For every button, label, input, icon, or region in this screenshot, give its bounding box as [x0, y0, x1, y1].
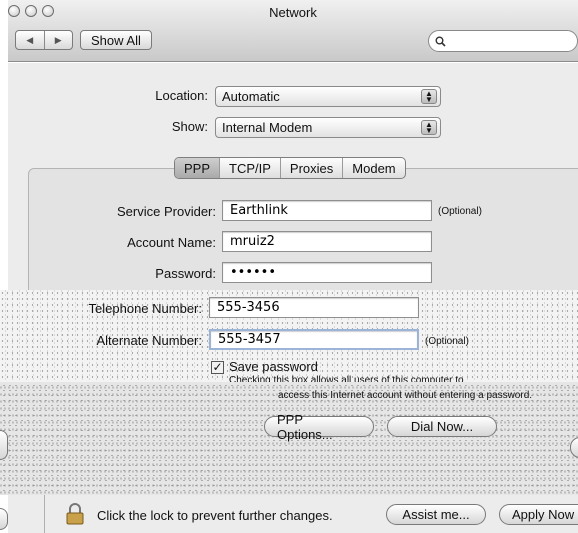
tab-tcpip[interactable]: TCP/IP: [219, 158, 280, 178]
alternate-number-label: Alternate Number:: [96, 333, 203, 348]
search-icon: [435, 36, 446, 47]
tab-bar: PPP TCP/IP Proxies Modem: [174, 157, 406, 179]
ppp-options-button[interactable]: PPP Options...: [264, 412, 374, 442]
service-provider-optional-note: (Optional): [438, 206, 482, 217]
password-input[interactable]: [228, 264, 431, 281]
show-popup[interactable]: Internal Modem ▲ ▼: [215, 117, 441, 138]
apply-now-button[interactable]: Apply Now: [499, 504, 578, 525]
account-name-input[interactable]: [228, 233, 431, 250]
dial-now-button[interactable]: Dial Now...: [387, 416, 497, 437]
help-text-line2: access this Internet account without ent…: [278, 390, 533, 401]
tab-ppp[interactable]: PPP: [175, 158, 220, 178]
telephone-label: Telephone Number:: [88, 301, 202, 316]
tab-proxies[interactable]: Proxies: [279, 158, 342, 178]
account-name-label: Account Name:: [127, 235, 216, 250]
alternate-number-optional-note: (Optional): [425, 336, 469, 347]
telephone-field[interactable]: [209, 297, 419, 318]
password-label: Password:: [155, 266, 216, 281]
show-value: Internal Modem: [222, 120, 313, 135]
account-name-field[interactable]: [222, 231, 432, 252]
back-button[interactable]: ◀: [16, 31, 44, 49]
toolbar: Network ◀ ▶ Show All: [8, 0, 578, 62]
service-provider-input[interactable]: [228, 202, 431, 219]
password-field[interactable]: [222, 262, 432, 283]
popup-arrows-icon: ▲ ▼: [421, 120, 437, 135]
tab-modem[interactable]: Modem: [342, 158, 404, 178]
telephone-input[interactable]: [215, 299, 418, 316]
save-password-checkbox[interactable]: ✓: [211, 361, 224, 374]
show-label: Show:: [171, 119, 208, 134]
search-input[interactable]: [446, 33, 566, 49]
bottom-bar: Click the lock to prevent further change…: [8, 487, 578, 533]
location-value: Automatic: [222, 89, 280, 104]
show-all-button[interactable]: Show All: [80, 30, 152, 50]
popup-arrows-icon: ▲ ▼: [421, 89, 437, 104]
location-label: Location:: [155, 88, 208, 103]
lock-message: Click the lock to prevent further change…: [97, 508, 333, 523]
back-forward-control: ◀ ▶: [15, 30, 73, 50]
service-provider-label: Service Provider:: [117, 204, 216, 219]
alternate-number-field[interactable]: [209, 329, 419, 350]
help-text-line1: Checking this box allows all users of th…: [229, 375, 464, 382]
service-provider-field[interactable]: [222, 200, 432, 221]
search-field[interactable]: [428, 30, 578, 52]
left-edge-footer-button[interactable]: [0, 508, 8, 530]
window-title: Network: [269, 5, 317, 20]
forward-button[interactable]: ▶: [43, 31, 73, 49]
save-password-label: Save password: [229, 359, 318, 374]
overlay-strip: Telephone Number: Alternate Number: (Opt…: [0, 290, 578, 382]
alternate-number-input[interactable]: [216, 331, 417, 348]
lock-icon[interactable]: [66, 503, 84, 525]
location-popup[interactable]: Automatic ▲ ▼: [215, 86, 441, 107]
assist-me-button[interactable]: Assist me...: [386, 504, 486, 525]
left-edge-button[interactable]: [0, 430, 8, 460]
